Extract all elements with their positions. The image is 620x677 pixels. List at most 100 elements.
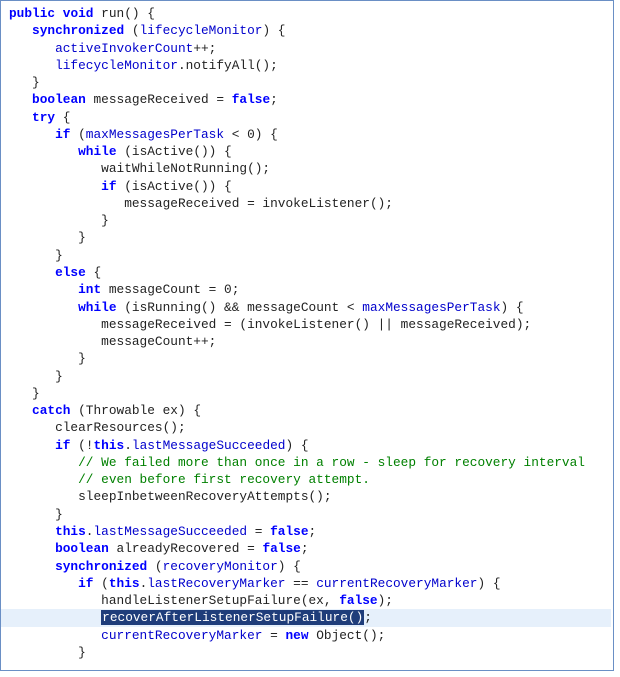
line-31: this.lastMessageSucceeded = false;	[55, 524, 316, 539]
line-37: currentRecoveryMarker = new Object();	[101, 628, 385, 643]
text: ) {	[262, 23, 285, 38]
text: messageCount = 0;	[101, 282, 239, 297]
code-block: public void run() { synchronized (lifecy…	[0, 0, 614, 671]
selected-text: recoverAfterListenerSetupFailure()	[101, 610, 364, 625]
text: (isActive()) {	[117, 144, 232, 159]
text: alreadyRecovered =	[109, 541, 263, 556]
identifier: currentRecoveryMarker	[101, 628, 262, 643]
keyword: if	[55, 127, 70, 142]
line-22: }	[55, 369, 63, 384]
text: (	[70, 127, 85, 142]
line-34: if (this.lastRecoveryMarker == currentRe…	[78, 576, 500, 591]
line-20: messageCount++;	[101, 334, 216, 349]
text: (	[93, 576, 108, 591]
identifier: maxMessagesPerTask	[86, 127, 224, 142]
line-26: if (!this.lastMessageSucceeded) {	[55, 438, 308, 453]
text: ) {	[477, 576, 500, 591]
line-30: }	[55, 507, 63, 522]
line-10: waitWhileNotRunning();	[101, 161, 270, 176]
line-15: }	[55, 248, 63, 263]
keyword: synchronized	[55, 559, 147, 574]
line-2: synchronized (lifecycleMonitor) {	[32, 23, 285, 38]
line-3: activeInvokerCount++;	[55, 41, 216, 56]
highlighted-line: recoverAfterListenerSetupFailure();	[1, 609, 611, 626]
keyword: boolean	[32, 92, 86, 107]
identifier: lastMessageSucceeded	[132, 438, 286, 453]
identifier: currentRecoveryMarker	[316, 576, 477, 591]
keyword: catch	[32, 403, 70, 418]
text: ;	[364, 610, 372, 625]
line-18: while (isRunning() && messageCount < max…	[78, 300, 523, 315]
comment: // We failed more than once in a row - s…	[78, 455, 585, 470]
text: (	[124, 23, 139, 38]
text: messageReceived =	[86, 92, 232, 107]
keyword: this	[109, 576, 140, 591]
keyword: try	[32, 110, 55, 125]
keyword: while	[78, 300, 116, 315]
identifier: recoveryMonitor	[163, 559, 278, 574]
keyword: else	[55, 265, 86, 280]
line-11: if (isActive()) {	[101, 179, 232, 194]
text: (!	[70, 438, 93, 453]
line-32: boolean alreadyRecovered = false;	[55, 541, 308, 556]
line-8: if (maxMessagesPerTask < 0) {	[55, 127, 278, 142]
line-13: }	[101, 213, 109, 228]
line-14: }	[78, 230, 86, 245]
keyword: synchronized	[32, 23, 124, 38]
line-7: try {	[32, 110, 70, 125]
keyword: false	[270, 524, 308, 539]
line-17: int messageCount = 0;	[78, 282, 239, 297]
keyword: if	[101, 179, 116, 194]
text: ) {	[285, 438, 308, 453]
line-19: messageReceived = (invokeListener() || m…	[101, 317, 531, 332]
identifier: lastRecoveryMarker	[147, 576, 285, 591]
text: < 0) {	[224, 127, 278, 142]
keyword: this	[55, 524, 86, 539]
text: {	[55, 110, 70, 125]
line-6: boolean messageReceived = false;	[32, 92, 278, 107]
keyword: void	[63, 6, 94, 21]
text: Object();	[309, 628, 386, 643]
text: (	[147, 559, 162, 574]
text: (Throwable ex) {	[70, 403, 201, 418]
text: {	[86, 265, 101, 280]
text: ;	[301, 541, 309, 556]
line-21: }	[78, 351, 86, 366]
keyword: false	[232, 92, 270, 107]
identifier: lifecycleMonitor	[140, 23, 263, 38]
line-4: lifecycleMonitor.notifyAll();	[55, 58, 278, 73]
text: .notifyAll();	[178, 58, 278, 73]
line-29: sleepInbetweenRecoveryAttempts();	[78, 489, 331, 504]
text: ) {	[501, 300, 524, 315]
line-25: clearResources();	[55, 420, 186, 435]
keyword: public	[9, 6, 55, 21]
line-16: else {	[55, 265, 101, 280]
text: handleListenerSetupFailure(ex,	[101, 593, 339, 608]
text: (isRunning() && messageCount <	[117, 300, 363, 315]
line-24: catch (Throwable ex) {	[32, 403, 201, 418]
identifier: lifecycleMonitor	[55, 58, 178, 73]
text: =	[262, 628, 285, 643]
text: ;	[270, 92, 278, 107]
identifier: maxMessagesPerTask	[362, 300, 500, 315]
text: .	[124, 438, 132, 453]
keyword: int	[78, 282, 101, 297]
identifier: activeInvokerCount	[55, 41, 193, 56]
line-35: handleListenerSetupFailure(ex, false);	[101, 593, 393, 608]
keyword: this	[93, 438, 124, 453]
text: ;	[309, 524, 317, 539]
text: ++;	[193, 41, 216, 56]
text: =	[247, 524, 270, 539]
identifier: lastMessageSucceeded	[93, 524, 247, 539]
text: );	[378, 593, 393, 608]
keyword: while	[78, 144, 116, 159]
text: ==	[285, 576, 316, 591]
keyword: if	[55, 438, 70, 453]
line-23: }	[32, 386, 40, 401]
line-5: }	[32, 75, 40, 90]
text: run() {	[93, 6, 154, 21]
line-12: messageReceived = invokeListener();	[124, 196, 393, 211]
line-9: while (isActive()) {	[78, 144, 232, 159]
keyword: false	[339, 593, 377, 608]
text: (isActive()) {	[117, 179, 232, 194]
